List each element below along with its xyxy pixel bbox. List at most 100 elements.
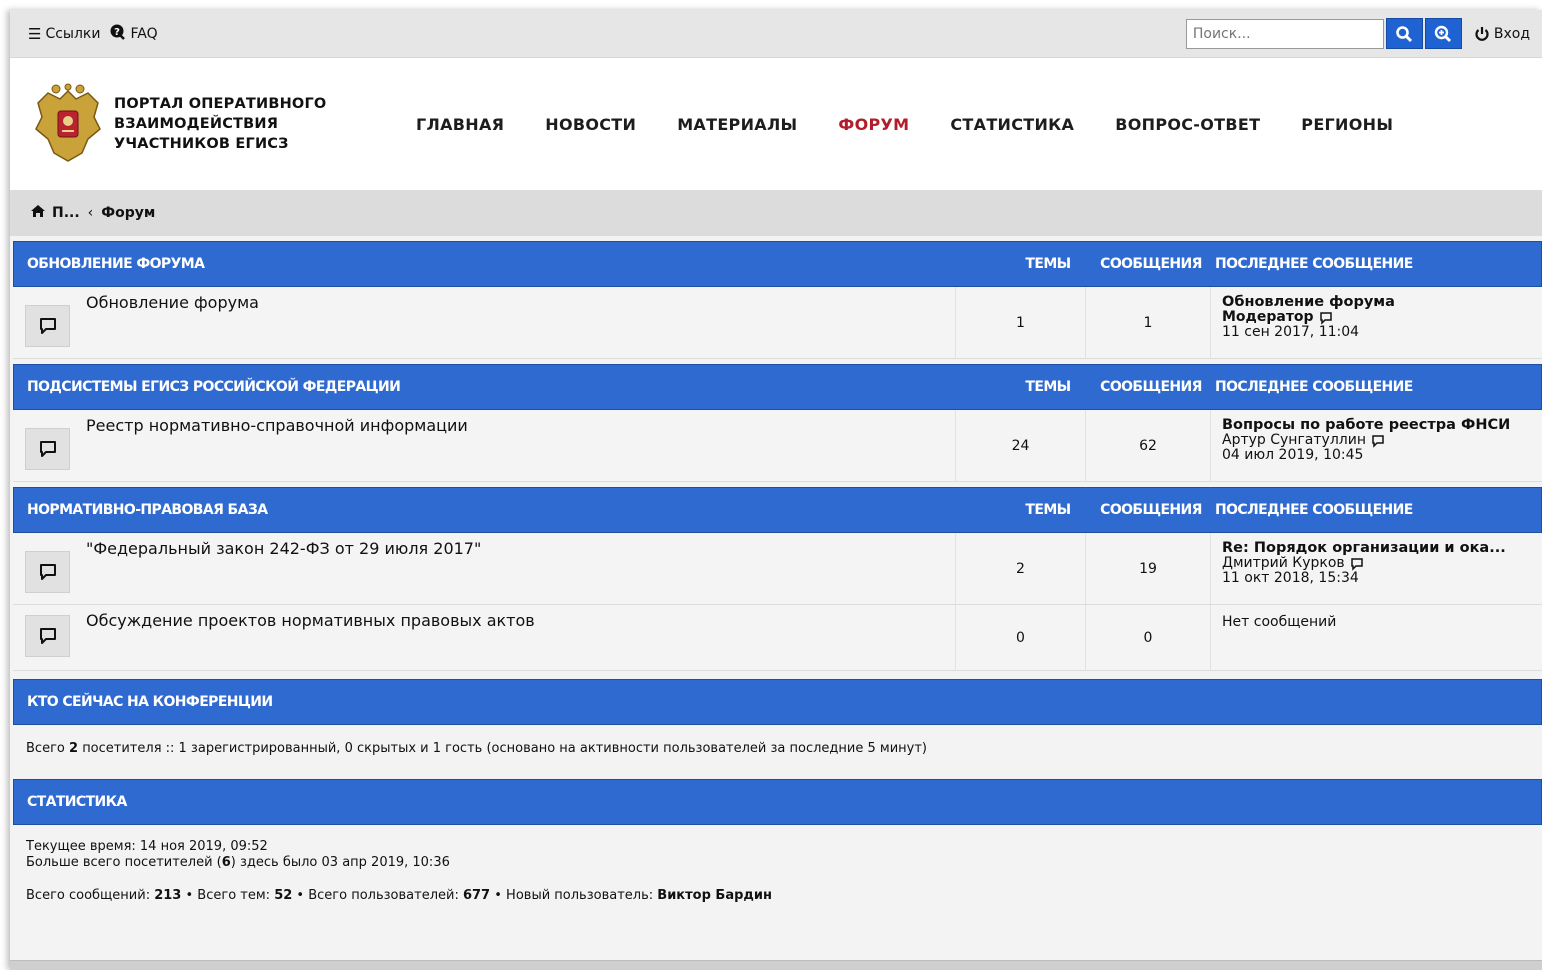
- search-icon: [1396, 25, 1413, 42]
- login-link[interactable]: Вход: [1474, 26, 1530, 42]
- col-topics: ТЕМЫ: [1025, 502, 1071, 518]
- total-users-label: • Всего пользователей:: [296, 888, 459, 903]
- category-forum-update: ОБНОВЛЕНИЕ ФОРУМА ТЕМЫ СООБЩЕНИЯ ПОСЛЕДН…: [13, 241, 1542, 359]
- last-post-author[interactable]: Модератор: [1222, 310, 1314, 325]
- brand-line: ПОРТАЛ ОПЕРАТИВНОГО: [114, 96, 327, 112]
- totals-line: Всего сообщений: 213 • Всего тем: 52 • В…: [26, 888, 1529, 904]
- brand-line: УЧАСТНИКОВ ЕГИСЗ: [114, 136, 289, 152]
- last-post-date: 11 окт 2018, 15:34: [1222, 570, 1359, 586]
- search-input[interactable]: [1185, 18, 1384, 49]
- nav-statistics[interactable]: СТАТИСТИКА: [950, 115, 1074, 134]
- advanced-search-icon: [1435, 25, 1452, 42]
- view-latest-icon[interactable]: [1371, 434, 1385, 448]
- login-label: Вход: [1493, 25, 1530, 42]
- last-post: Re: Порядок организации и ока... Дмитрий…: [1210, 533, 1542, 604]
- breadcrumb-home[interactable]: П...: [52, 205, 80, 221]
- last-post-title[interactable]: Re: Порядок организации и ока...: [1222, 541, 1542, 556]
- topics-count: 24: [955, 410, 1085, 481]
- view-latest-icon[interactable]: [1319, 311, 1333, 325]
- last-post-author[interactable]: Артур Сунгатуллин: [1222, 433, 1366, 448]
- last-post-author-line: Артур Сунгатуллин: [1222, 433, 1542, 448]
- topics-count: 1: [955, 287, 1085, 358]
- nav-home[interactable]: ГЛАВНАЯ: [416, 115, 504, 134]
- category-title[interactable]: НОРМАТИВНО-ПРАВОВАЯ БАЗА: [14, 502, 1003, 518]
- category-header: НОРМАТИВНО-ПРАВОВАЯ БАЗА ТЕМЫ СООБЩЕНИЯ …: [13, 487, 1542, 533]
- col-last-post: ПОСЛЕДНЕЕ СООБЩЕНИЕ: [1215, 502, 1413, 518]
- forum-name[interactable]: Обсуждение проектов нормативных правовых…: [86, 611, 535, 670]
- emblem-logo[interactable]: [32, 83, 104, 165]
- links-label: Ссылки: [45, 25, 101, 42]
- advanced-search-button[interactable]: [1424, 18, 1462, 49]
- last-post: Обновление форума Модератор 11 сен 2017,…: [1210, 287, 1542, 358]
- brand-line: ВЗАИМОДЕЙСТВИЯ: [114, 116, 279, 132]
- statistics-content: Текущее время: 14 ноя 2019, 09:52 Больше…: [13, 825, 1542, 904]
- total-posts-label: Всего сообщений:: [26, 888, 151, 903]
- nav-news[interactable]: НОВОСТИ: [545, 115, 636, 134]
- footer-bar: [10, 960, 1542, 970]
- site-brand[interactable]: ПОРТАЛ ОПЕРАТИВНОГО ВЗАИМОДЕЙСТВИЯ УЧАСТ…: [114, 94, 404, 154]
- col-last-post: ПОСЛЕДНЕЕ СООБЩЕНИЕ: [1215, 379, 1413, 395]
- col-topics: ТЕМЫ: [1025, 379, 1071, 395]
- last-post-author-line: Модератор: [1222, 310, 1542, 325]
- max-visitors: Больше всего посетителей (6) здесь было …: [26, 855, 1529, 871]
- max-prefix: Больше всего посетителей (: [26, 855, 222, 870]
- last-post-author-line: Дмитрий Курков: [1222, 556, 1542, 571]
- forum-row: "Федеральный закон 242-ФЗ от 29 июля 201…: [13, 533, 1542, 605]
- max-suffix: ) здесь было 03 апр 2019, 10:36: [230, 855, 450, 870]
- top-bar: ☰ Ссылки ? FAQ Вход: [10, 10, 1542, 58]
- power-icon: [1475, 26, 1489, 41]
- last-post: Вопросы по работе реестра ФНСИ Артур Сун…: [1210, 410, 1542, 481]
- nav-faq[interactable]: ВОПРОС-ОТВЕТ: [1115, 115, 1260, 134]
- faq-link[interactable]: ? FAQ: [110, 24, 158, 44]
- forum-icon: [25, 615, 70, 657]
- last-post-title[interactable]: Вопросы по работе реестра ФНСИ: [1222, 418, 1542, 433]
- forum-row: Реестр нормативно-справочной информации …: [13, 410, 1542, 482]
- col-posts: СООБЩЕНИЯ: [1100, 379, 1202, 395]
- nav-regions[interactable]: РЕГИОНЫ: [1301, 115, 1393, 134]
- page: ☰ Ссылки ? FAQ Вход: [10, 10, 1542, 970]
- online-count: 2: [69, 740, 79, 756]
- forum-row: Обсуждение проектов нормативных правовых…: [13, 605, 1542, 671]
- online-title[interactable]: КТО СЕЙЧАС НА КОНФЕРЕНЦИИ: [14, 694, 1541, 710]
- last-post-title[interactable]: Обновление форума: [1222, 295, 1542, 310]
- category-title[interactable]: ПОДСИСТЕМЫ ЕГИСЗ РОССИЙСКОЙ ФЕДЕРАЦИИ: [14, 379, 1003, 395]
- last-post-date: 04 июл 2019, 10:45: [1222, 447, 1364, 463]
- newest-user-label: • Новый пользователь:: [494, 888, 654, 903]
- topics-count: 0: [955, 605, 1085, 670]
- category-title[interactable]: ОБНОВЛЕНИЕ ФОРУМА: [14, 256, 1003, 272]
- category-legal-base: НОРМАТИВНО-ПРАВОВАЯ БАЗА ТЕМЫ СООБЩЕНИЯ …: [13, 487, 1542, 671]
- total-topics-value: 52: [274, 888, 293, 903]
- category-header: ПОДСИСТЕМЫ ЕГИСЗ РОССИЙСКОЙ ФЕДЕРАЦИИ ТЕ…: [13, 364, 1542, 410]
- no-posts-label: Нет сообщений: [1222, 614, 1337, 630]
- nav-materials[interactable]: МАТЕРИАЛЫ: [677, 115, 797, 134]
- forum-name[interactable]: "Федеральный закон 242-ФЗ от 29 июля 201…: [86, 539, 481, 604]
- col-last-post: ПОСЛЕДНЕЕ СООБЩЕНИЕ: [1215, 256, 1413, 272]
- hamburger-icon: ☰: [28, 24, 42, 43]
- last-post-author[interactable]: Дмитрий Курков: [1222, 556, 1345, 571]
- online-info: Всего 2 посетителя :: 1 зарегистрированн…: [13, 725, 1542, 771]
- nav-forum[interactable]: ФОРУМ: [838, 115, 909, 134]
- statistics-header: СТАТИСТИКА: [13, 779, 1542, 825]
- forum-icon: [25, 551, 70, 593]
- posts-count: 0: [1085, 605, 1210, 670]
- total-topics-label: • Всего тем:: [185, 888, 271, 903]
- breadcrumb-current[interactable]: Форум: [101, 205, 155, 221]
- newest-user-link[interactable]: Виктор Бардин: [657, 888, 772, 903]
- max-count: 6: [221, 855, 231, 870]
- links-menu[interactable]: ☰ Ссылки: [28, 25, 100, 43]
- forum-name[interactable]: Обновление форума: [86, 293, 259, 358]
- question-icon: ?: [110, 24, 126, 44]
- col-posts: СООБЩЕНИЯ: [1100, 256, 1202, 272]
- forum-icon: [25, 428, 70, 470]
- search-button[interactable]: [1385, 18, 1423, 49]
- posts-count: 62: [1085, 410, 1210, 481]
- online-prefix: Всего: [26, 740, 65, 756]
- posts-count: 19: [1085, 533, 1210, 604]
- statistics-block: СТАТИСТИКА Текущее время: 14 ноя 2019, 0…: [13, 779, 1542, 904]
- view-latest-icon[interactable]: [1350, 557, 1364, 571]
- last-post-date: 11 сен 2017, 11:04: [1222, 324, 1360, 340]
- online-rest: посетителя :: 1 зарегистрированный, 0 ск…: [82, 740, 927, 756]
- col-topics: ТЕМЫ: [1025, 256, 1071, 272]
- site-header: ПОРТАЛ ОПЕРАТИВНОГО ВЗАИМОДЕЙСТВИЯ УЧАСТ…: [10, 58, 1542, 190]
- forum-name[interactable]: Реестр нормативно-справочной информации: [86, 416, 468, 481]
